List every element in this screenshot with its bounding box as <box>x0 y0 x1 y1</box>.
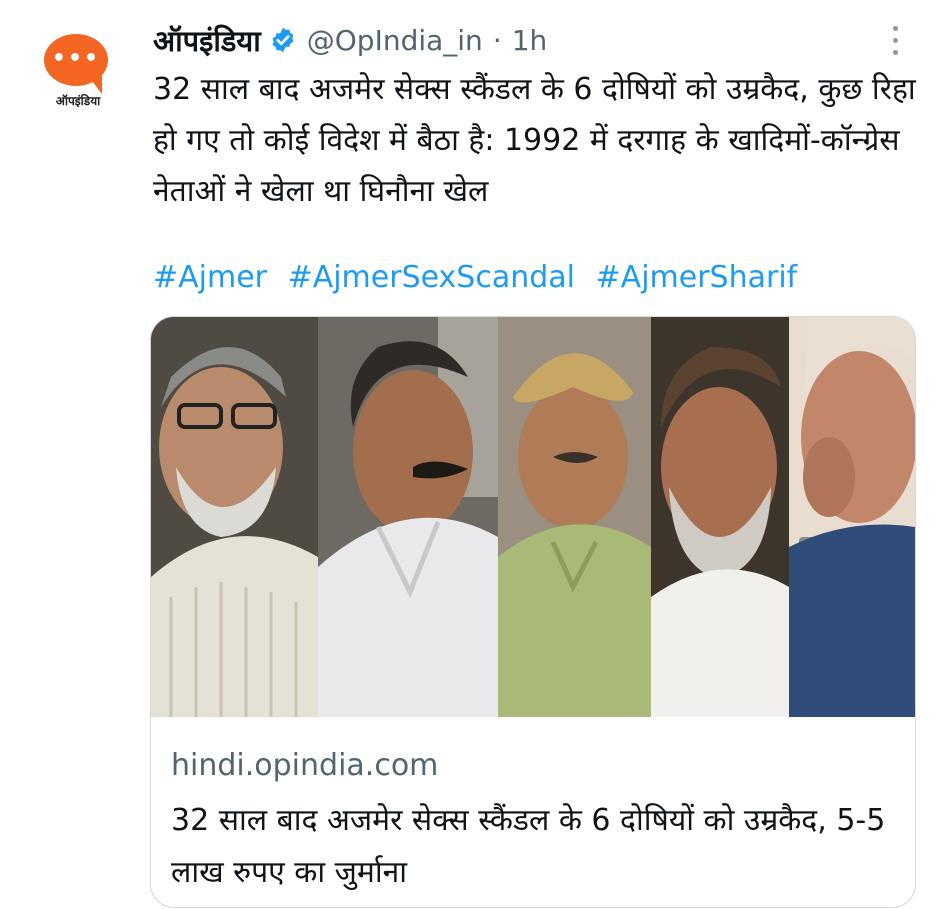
card-image[interactable] <box>151 317 915 717</box>
time-separator: · <box>492 23 502 57</box>
hashtag-link[interactable]: #AjmerSexScandal <box>288 260 575 295</box>
person-photo <box>498 317 651 717</box>
brand-logo-text: ऑपइंडिया <box>55 94 101 108</box>
person-photo <box>318 317 498 717</box>
person-photo <box>151 317 318 717</box>
hashtag-link[interactable]: #AjmerSharif <box>596 260 798 295</box>
verified-badge-icon <box>272 27 294 53</box>
card-title[interactable]: 32 साल बाद अजमेर सेक्स स्कैंडल के 6 दोषि… <box>171 795 895 899</box>
ellipsis-dots: ••• <box>51 46 101 71</box>
card-domain[interactable]: hindi.opindia.com <box>171 741 895 791</box>
person-photo <box>789 317 915 717</box>
card-meta: hindi.opindia.com 32 साल बाद अजमेर सेक्स… <box>171 741 895 899</box>
avatar[interactable]: ••• ऑपइंडिया <box>38 30 118 110</box>
hashtag-link[interactable]: #Ajmer <box>153 260 267 295</box>
more-options-icon[interactable] <box>880 22 910 62</box>
person-photo <box>651 317 789 717</box>
tweet-header: ऑपइंडिया @OpIndia_in · 1h <box>153 20 547 60</box>
hashtag-list: #Ajmer #AjmerSexScandal #AjmerSharif <box>153 256 808 300</box>
tweet-time[interactable]: 1h <box>512 24 548 57</box>
user-handle[interactable]: @OpIndia_in <box>307 24 483 57</box>
link-preview-card[interactable]: hindi.opindia.com 32 साल बाद अजमेर सेक्स… <box>150 316 916 908</box>
tweet-text: 32 साल बाद अजमेर सेक्स स्कैंडल के 6 दोषि… <box>153 72 916 209</box>
display-name[interactable]: ऑपइंडिया <box>153 21 261 60</box>
